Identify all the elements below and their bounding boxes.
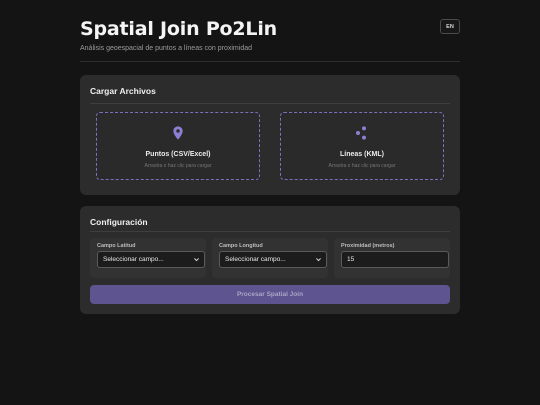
upload-card-title: Cargar Archivos — [90, 86, 156, 96]
proximity-input[interactable]: 15 — [341, 251, 449, 268]
lines-dropzone-hint: Arrastra o haz clic para cargar — [328, 163, 396, 169]
proximity-field-group: Proximidad (metros) 15 — [334, 238, 450, 278]
page-header: Spatial Join Po2Lin Análisis geoespacial… — [80, 0, 460, 62]
points-dropzone[interactable]: Puntos (CSV/Excel) Arrastra o haz clic p… — [96, 112, 260, 180]
config-card-title: Configuración — [90, 217, 148, 227]
lines-dropzone-label: Líneas (KML) — [340, 151, 384, 158]
lines-dropzone[interactable]: Líneas (KML) Arrastra o haz clic para ca… — [280, 112, 444, 180]
points-dropzone-hint: Arrastra o haz clic para cargar — [144, 163, 212, 169]
upload-card: Cargar Archivos Puntos (CSV/Excel) Arras… — [80, 75, 460, 195]
app-container: Spatial Join Po2Lin Análisis geoespacial… — [80, 0, 460, 314]
language-toggle-button[interactable]: EN — [440, 19, 460, 34]
process-spatial-join-button[interactable]: Procesar Spatial Join — [90, 285, 450, 304]
network-nodes-icon — [356, 126, 366, 140]
longitude-select-value: Seleccionar campo... — [225, 256, 286, 263]
latitude-field-group: Campo Latitud Seleccionar campo... — [90, 238, 206, 278]
chevron-down-icon — [194, 258, 199, 262]
points-dropzone-label: Puntos (CSV/Excel) — [145, 151, 211, 158]
config-card: Configuración Campo Latitud Seleccionar … — [80, 206, 460, 314]
divider — [90, 231, 450, 232]
latitude-field-select[interactable]: Seleccionar campo... — [97, 251, 205, 268]
longitude-field-select[interactable]: Seleccionar campo... — [219, 251, 327, 268]
longitude-field-group: Campo Longitud Seleccionar campo... — [212, 238, 328, 278]
page-subtitle: Análisis geoespacial de puntos a líneas … — [80, 45, 252, 52]
divider — [90, 103, 450, 104]
latitude-field-label: Campo Latitud — [97, 243, 136, 249]
page-title: Spatial Join Po2Lin — [80, 18, 277, 40]
latitude-select-value: Seleccionar campo... — [103, 256, 164, 263]
proximity-field-label: Proximidad (metros) — [341, 243, 395, 249]
chevron-down-icon — [316, 258, 321, 262]
longitude-field-label: Campo Longitud — [219, 243, 263, 249]
proximity-input-value: 15 — [347, 256, 355, 263]
map-pin-icon — [173, 126, 183, 140]
